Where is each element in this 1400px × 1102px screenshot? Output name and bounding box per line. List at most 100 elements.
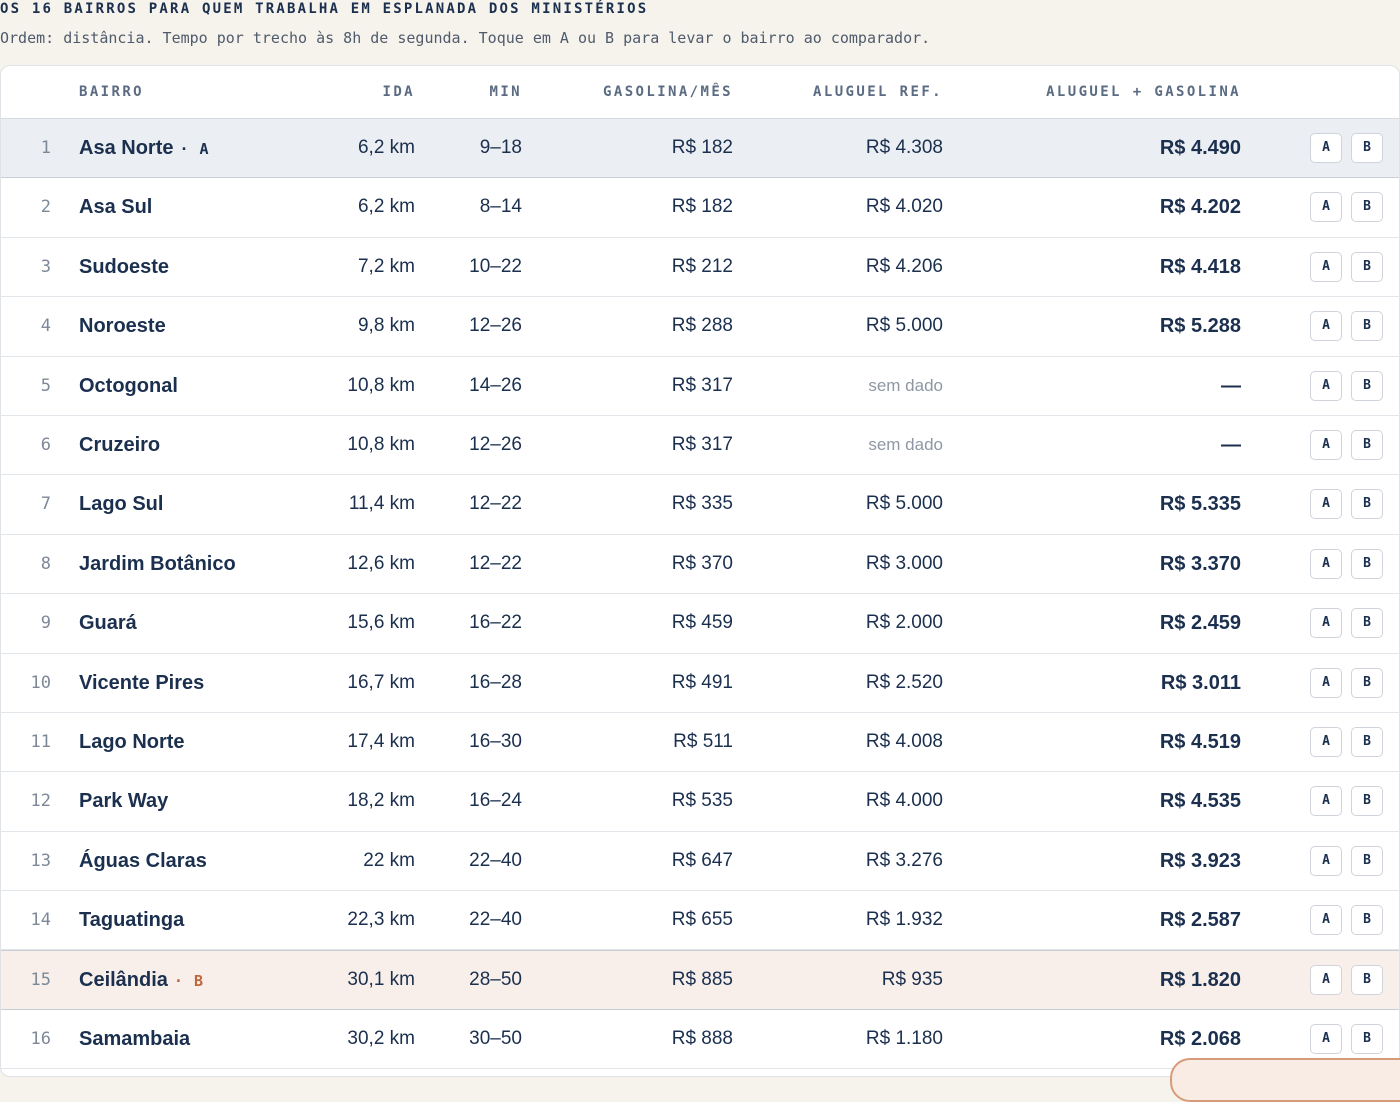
compare-b-button[interactable]: B bbox=[1351, 429, 1383, 460]
table-row: 14 Taguatinga 22,3 km 22–40 R$ 655 R$ 1.932 R$… bbox=[1, 891, 1399, 951]
compare-a-button[interactable]: A bbox=[1310, 1023, 1342, 1054]
table-header: BAIRRO IDA MIN GASOLINA/MÊS ALUGUEL REF.… bbox=[1, 66, 1399, 119]
page-heading: OS 16 BAIRROS PARA QUEM TRABALHA EM ESPL… bbox=[0, 1, 649, 17]
row-aluguel: R$ 3.276 bbox=[865, 849, 943, 871]
row-name-text: Vicente Pires bbox=[79, 671, 205, 694]
row-min: 12–26 bbox=[469, 433, 522, 455]
row-total: R$ 4.202 bbox=[1159, 196, 1241, 219]
compare-b-button[interactable]: B bbox=[1351, 845, 1383, 876]
compare-b-button[interactable]: B bbox=[1351, 370, 1383, 401]
row-rank: 11 bbox=[30, 731, 51, 752]
row-total: R$ 3.370 bbox=[1159, 552, 1241, 575]
column-header-aluguel: ALUGUEL REF. bbox=[813, 84, 943, 100]
row-ida: 12,6 km bbox=[347, 552, 415, 574]
row-aluguel: R$ 4.020 bbox=[865, 196, 943, 218]
compare-b-button[interactable]: B bbox=[1351, 311, 1383, 342]
row-ida: 18,2 km bbox=[347, 790, 415, 812]
compare-b-button[interactable]: B bbox=[1351, 608, 1383, 639]
row-name-text: Noroeste bbox=[79, 315, 166, 338]
row-aluguel: R$ 1.932 bbox=[865, 909, 943, 931]
compare-a-button[interactable]: A bbox=[1310, 251, 1342, 282]
row-aluguel: R$ 4.000 bbox=[865, 790, 943, 812]
row-gasolina: R$ 288 bbox=[671, 315, 733, 337]
compare-a-button[interactable]: A bbox=[1310, 905, 1342, 936]
row-rank: 9 bbox=[40, 613, 51, 634]
row-name-text: Park Way bbox=[79, 790, 169, 813]
table-row: 10 Vicente Pires 16,7 km 16–28 R$ 491 R$ 2.52… bbox=[1, 654, 1399, 713]
compare-b-button[interactable]: B bbox=[1351, 192, 1383, 223]
row-min: 12–22 bbox=[469, 493, 522, 515]
table-row: 11 Lago Norte 17,4 km 16–30 R$ 511 R$ 4.008 R$… bbox=[1, 713, 1399, 773]
compare-a-button[interactable]: A bbox=[1310, 311, 1342, 342]
compare-a-button[interactable]: A bbox=[1310, 192, 1342, 223]
compare-b-button[interactable]: B bbox=[1351, 548, 1383, 579]
row-aluguel: R$ 935 bbox=[881, 969, 943, 991]
row-rank: 8 bbox=[40, 553, 51, 574]
neighborhood-table: BAIRRO IDA MIN GASOLINA/MÊS ALUGUEL REF.… bbox=[0, 65, 1400, 1077]
row-aluguel: R$ 2.000 bbox=[865, 612, 943, 634]
row-gasolina: R$ 317 bbox=[671, 433, 733, 455]
compare-b-button[interactable]: B bbox=[1351, 786, 1383, 817]
compare-a-button[interactable]: A bbox=[1310, 786, 1342, 817]
row-min: 22–40 bbox=[469, 909, 522, 931]
row-total: R$ 3.923 bbox=[1159, 849, 1241, 872]
compare-a-button[interactable]: A bbox=[1310, 608, 1342, 639]
table-row: 1 Asa Norte · A 6,2 km 9–18 R$ 182 R$ 4.308 R$ … bbox=[1, 119, 1399, 179]
compare-b-button[interactable]: B bbox=[1351, 133, 1383, 163]
row-aluguel: R$ 4.308 bbox=[865, 137, 943, 158]
compare-a-button[interactable]: A bbox=[1310, 667, 1342, 698]
row-name: Park Way bbox=[79, 772, 168, 830]
compare-a-button[interactable]: A bbox=[1310, 370, 1342, 401]
row-ida: 9,8 km bbox=[357, 315, 415, 337]
row-ida: 15,6 km bbox=[347, 612, 415, 634]
compare-b-button[interactable]: B bbox=[1351, 905, 1383, 936]
row-gasolina: R$ 182 bbox=[671, 196, 733, 218]
row-total: R$ 1.820 bbox=[1159, 969, 1241, 992]
row-min: 16–24 bbox=[469, 790, 522, 812]
compare-a-button[interactable]: A bbox=[1310, 965, 1342, 996]
row-name-text: Samambaia bbox=[79, 1027, 191, 1050]
table-row: 3 Sudoeste 7,2 km 10–22 R$ 212 R$ 4.206 R$ 4.4… bbox=[1, 238, 1399, 298]
row-gasolina: R$ 212 bbox=[671, 255, 733, 277]
row-total: R$ 5.288 bbox=[1159, 315, 1241, 338]
row-gasolina: R$ 655 bbox=[671, 909, 733, 931]
compare-b-button[interactable]: B bbox=[1351, 667, 1383, 698]
compare-b-button[interactable]: B bbox=[1351, 251, 1383, 282]
compare-b-button[interactable]: B bbox=[1351, 489, 1383, 520]
row-name-text: Cruzeiro bbox=[79, 433, 161, 456]
column-header-ida: IDA bbox=[382, 84, 415, 100]
row-gasolina: R$ 335 bbox=[671, 493, 733, 515]
row-ida: 6,2 km bbox=[357, 137, 415, 158]
compare-b-button[interactable]: B bbox=[1351, 965, 1383, 996]
row-aluguel: R$ 3.000 bbox=[865, 552, 943, 574]
row-ida: 30,1 km bbox=[347, 969, 415, 991]
row-name: Lago Norte bbox=[79, 713, 185, 771]
row-gasolina: R$ 182 bbox=[671, 137, 733, 158]
row-ida: 10,8 km bbox=[347, 374, 415, 396]
row-rank: 14 bbox=[30, 910, 51, 931]
comparator-tray[interactable] bbox=[1170, 1058, 1400, 1102]
row-total: R$ 4.535 bbox=[1159, 790, 1241, 813]
compare-a-button[interactable]: A bbox=[1310, 548, 1342, 579]
compare-a-button[interactable]: A bbox=[1310, 726, 1342, 757]
row-gasolina: R$ 888 bbox=[671, 1027, 733, 1049]
table-body: 1 Asa Norte · A 6,2 km 9–18 R$ 182 R$ 4.308 R$ … bbox=[1, 119, 1399, 1070]
row-ida: 17,4 km bbox=[347, 730, 415, 752]
table-row: 6 Cruzeiro 10,8 km 12–26 R$ 317 sem dado — A B bbox=[1, 416, 1399, 476]
table-row: 15 Ceilândia · B 30,1 km 28–50 R$ 885 R$ 935 R$… bbox=[1, 950, 1399, 1010]
row-ida: 22 km bbox=[363, 849, 415, 871]
compare-a-button[interactable]: A bbox=[1310, 845, 1342, 876]
compare-b-button[interactable]: B bbox=[1351, 1023, 1383, 1054]
table-row: 7 Lago Sul 11,4 km 12–22 R$ 335 R$ 5.000 R$ 5.… bbox=[1, 475, 1399, 535]
compare-a-button[interactable]: A bbox=[1310, 489, 1342, 520]
table-row: 5 Octogonal 10,8 km 14–26 R$ 317 sem dado — A B bbox=[1, 357, 1399, 416]
row-name: Asa Norte · A bbox=[79, 119, 210, 177]
compare-a-button[interactable]: A bbox=[1310, 429, 1342, 460]
table-row: 2 Asa Sul 6,2 km 8–14 R$ 182 R$ 4.020 R$ 4.202… bbox=[1, 178, 1399, 238]
row-total: — bbox=[1221, 433, 1241, 456]
row-min: 12–26 bbox=[469, 315, 522, 337]
row-name: Noroeste bbox=[79, 297, 166, 355]
compare-b-button[interactable]: B bbox=[1351, 726, 1383, 757]
compare-a-button[interactable]: A bbox=[1310, 133, 1342, 163]
row-ida: 22,3 km bbox=[347, 909, 415, 931]
